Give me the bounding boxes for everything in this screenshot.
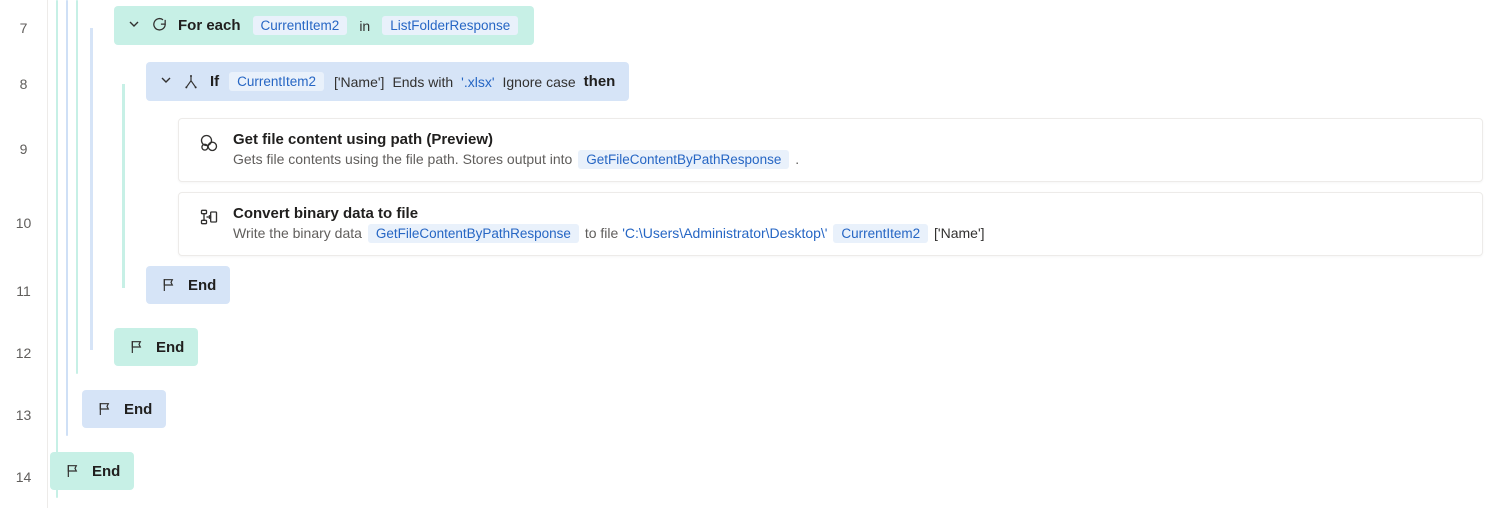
property-accessor: ['Name'] <box>934 225 984 241</box>
action-get-file-content[interactable]: Get file content using path (Preview) Ge… <box>178 118 1483 182</box>
flow-canvas: For each CurrentItem2 in ListFolderRespo… <box>82 0 1491 508</box>
end-block[interactable]: End <box>114 328 198 366</box>
flag-icon <box>64 462 82 480</box>
variable-chip[interactable]: CurrentItem2 <box>253 16 348 35</box>
variable-chip[interactable]: ListFolderResponse <box>382 16 518 35</box>
action-description: Write the binary data GetFileContentByPa… <box>233 224 1466 243</box>
variable-chip[interactable]: GetFileContentByPathResponse <box>578 150 789 169</box>
if-keyword: If <box>210 73 219 90</box>
end-label: End <box>92 463 120 480</box>
end-block[interactable]: End <box>146 266 230 304</box>
loop-icon <box>150 17 168 35</box>
in-keyword: in <box>359 18 370 34</box>
line-number: 9 <box>0 112 47 186</box>
action-description: Gets file contents using the file path. … <box>233 150 1466 169</box>
line-number: 12 <box>0 322 47 384</box>
end-label: End <box>156 339 184 356</box>
chevron-down-icon[interactable] <box>160 74 172 89</box>
path-literal: 'C:\Users\Administrator\Desktop\' <box>622 225 827 241</box>
then-keyword: then <box>584 73 616 90</box>
property-accessor: ['Name'] <box>334 74 384 90</box>
flag-icon <box>160 276 178 294</box>
line-number-gutter: 7 8 9 10 11 12 13 14 <box>0 0 48 508</box>
foreach-block[interactable]: For each CurrentItem2 in ListFolderRespo… <box>114 6 534 45</box>
end-label: End <box>188 277 216 294</box>
line-number: 10 <box>0 186 47 260</box>
action-convert-binary[interactable]: Convert binary data to file Write the bi… <box>178 192 1483 256</box>
operator-label: Ends with <box>392 74 453 90</box>
line-number: 7 <box>0 0 47 56</box>
end-block[interactable]: End <box>82 390 166 428</box>
flag-icon <box>128 338 146 356</box>
chevron-down-icon[interactable] <box>128 18 140 33</box>
variable-chip[interactable]: CurrentItem2 <box>833 224 928 243</box>
flag-label: Ignore case <box>503 74 576 90</box>
foreach-keyword: For each <box>178 17 241 34</box>
line-number: 13 <box>0 384 47 446</box>
string-literal: '.xlsx' <box>461 74 494 90</box>
if-block[interactable]: If CurrentItem2 ['Name'] Ends with '.xls… <box>146 62 629 101</box>
line-number: 8 <box>0 56 47 112</box>
end-block[interactable]: End <box>50 452 134 490</box>
binary-to-file-icon <box>195 205 223 227</box>
flag-icon <box>96 400 114 418</box>
end-label: End <box>124 401 152 418</box>
variable-chip[interactable]: CurrentItem2 <box>229 72 324 91</box>
action-title: Get file content using path (Preview) <box>233 131 1466 148</box>
variable-chip[interactable]: GetFileContentByPathResponse <box>368 224 579 243</box>
line-number: 11 <box>0 260 47 322</box>
sharepoint-icon <box>195 131 223 153</box>
action-title: Convert binary data to file <box>233 205 1466 222</box>
branch-icon <box>182 73 200 91</box>
